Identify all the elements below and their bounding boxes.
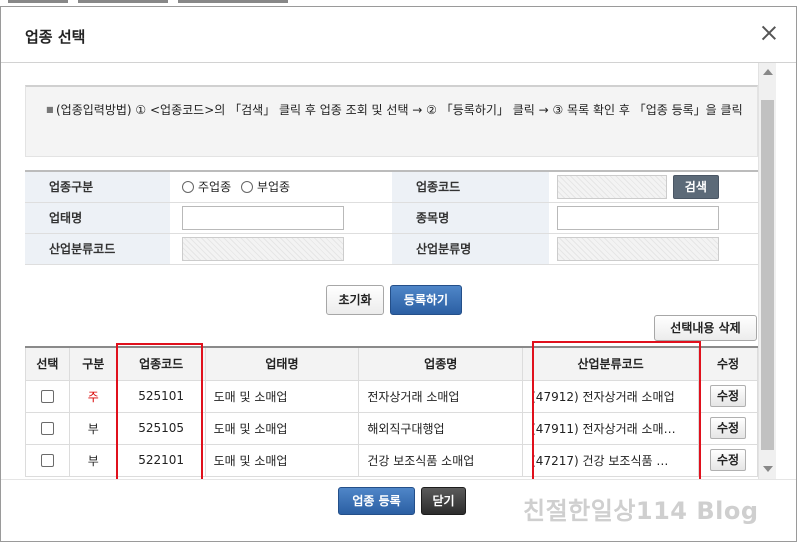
- close-icon[interactable]: [760, 24, 778, 42]
- row-checkbox[interactable]: [40, 390, 54, 403]
- reset-button[interactable]: 초기화: [326, 285, 384, 315]
- table-row: 부 522101 도매 및 소매업 건강 보조식품 소매업 (47217) 건강…: [25, 443, 758, 477]
- industry-code-field: [557, 174, 667, 199]
- industry-register-button[interactable]: 업종 등록: [338, 487, 415, 515]
- delete-selected-button[interactable]: 선택내용 삭제: [654, 315, 757, 341]
- code-label: 업종코드: [392, 171, 549, 203]
- row-type: 부: [68, 411, 118, 445]
- radio-sub-type[interactable]: 부업종: [240, 178, 291, 195]
- header-type: 구분: [68, 347, 118, 381]
- row-code: 522101: [116, 443, 206, 477]
- industry-code-label: 산업분류코드: [25, 233, 170, 265]
- search-form: 업종구분 주업종 부업종 업종코드 검색 업태명 종목명 산업분류코드 산업분류…: [25, 170, 758, 265]
- background-text-fragment: [78, 0, 168, 3]
- guide-text: (업종입력방법) ① <업종코드>의 「검색」 클릭 후 업종 조회 및 선택 …: [56, 103, 743, 117]
- header-name: 업종명: [358, 347, 524, 381]
- row-code: 525101: [116, 379, 206, 413]
- register-button[interactable]: 등록하기: [390, 285, 462, 315]
- scrollbar-thumb[interactable]: [761, 100, 774, 450]
- row-checkbox[interactable]: [40, 422, 54, 435]
- industry-class-name-field: [557, 236, 719, 261]
- table-row: 부 525105 도매 및 소매업 해외직구대행업 (47911) 전자상거래 …: [25, 411, 758, 445]
- row-industry: (47217) 건강 보조식품 …: [522, 443, 700, 477]
- industry-class-code-field: [182, 236, 344, 261]
- row-checkbox[interactable]: [40, 454, 54, 467]
- radio-circle-icon[interactable]: [182, 180, 194, 193]
- type-label: 업종구분: [25, 171, 170, 203]
- edit-button[interactable]: 수정: [710, 449, 747, 471]
- business-name-input[interactable]: [182, 205, 344, 230]
- row-business: 도매 및 소매업: [204, 379, 360, 413]
- header-code: 업종코드: [116, 347, 206, 381]
- radio-circle-icon[interactable]: [240, 180, 253, 193]
- row-code: 525105: [116, 411, 206, 445]
- item-name-input[interactable]: [557, 205, 719, 230]
- edit-button[interactable]: 수정: [710, 417, 747, 439]
- close-button[interactable]: 닫기: [421, 487, 466, 515]
- search-button[interactable]: 검색: [672, 174, 719, 199]
- header-industry-code: 산업분류코드: [522, 347, 700, 381]
- industry-name-label: 산업분류명: [392, 233, 549, 265]
- blog-watermark: 친절한일상114 Blog: [523, 497, 759, 525]
- business-label: 업태명: [25, 202, 170, 234]
- vertical-scrollbar[interactable]: [758, 63, 776, 479]
- header-business: 업태명: [204, 347, 360, 381]
- bullet-icon: ■: [46, 105, 54, 114]
- row-industry: (47911) 전자상거래 소매…: [522, 411, 700, 445]
- row-business: 도매 및 소매업: [204, 443, 360, 477]
- industry-select-dialog: 업종 선택 ■ (업종입력방법) ① <업종코드>의 「검색」 클릭 후 업종 …: [0, 6, 797, 542]
- table-header-row: 선택 구분 업종코드 업태명 업종명 산업분류코드 수정: [25, 347, 758, 381]
- scroll-down-arrow-icon[interactable]: [763, 466, 773, 472]
- row-type: 주: [68, 379, 118, 413]
- header-edit: 수정: [698, 347, 758, 381]
- radio-sub-label: 부업종: [256, 180, 291, 194]
- dialog-content: ■ (업종입력방법) ① <업종코드>의 「검색」 클릭 후 업종 조회 및 선…: [1, 67, 758, 479]
- scroll-up-arrow-icon[interactable]: [763, 69, 773, 75]
- radio-main-label: 주업종: [198, 180, 232, 194]
- row-type: 부: [68, 443, 118, 477]
- edit-button[interactable]: 수정: [710, 385, 747, 407]
- header-select: 선택: [25, 347, 70, 381]
- industry-table: 선택 구분 업종코드 업태명 업종명 산업분류코드 수정 주 525101 도매…: [25, 346, 758, 477]
- input-guide-box: ■ (업종입력방법) ① <업종코드>의 「검색」 클릭 후 업종 조회 및 선…: [25, 85, 758, 157]
- background-text-fragment: [178, 0, 288, 3]
- row-business: 도매 및 소매업: [204, 411, 360, 445]
- row-name: 해외직구대행업: [358, 411, 524, 445]
- background-text-fragment: [8, 0, 68, 3]
- table-row: 주 525101 도매 및 소매업 전자상거래 소매업 (47912) 전자상거…: [25, 379, 758, 413]
- radio-main-type[interactable]: 주업종: [182, 178, 231, 195]
- item-label: 종목명: [392, 202, 549, 234]
- footer-divider: [1, 479, 796, 480]
- row-name: 건강 보조식품 소매업: [358, 443, 524, 477]
- dialog-title: 업종 선택: [25, 28, 86, 46]
- title-divider: [1, 62, 796, 63]
- row-industry: (47912) 전자상거래 소매업: [522, 379, 700, 413]
- row-name: 전자상거래 소매업: [358, 379, 524, 413]
